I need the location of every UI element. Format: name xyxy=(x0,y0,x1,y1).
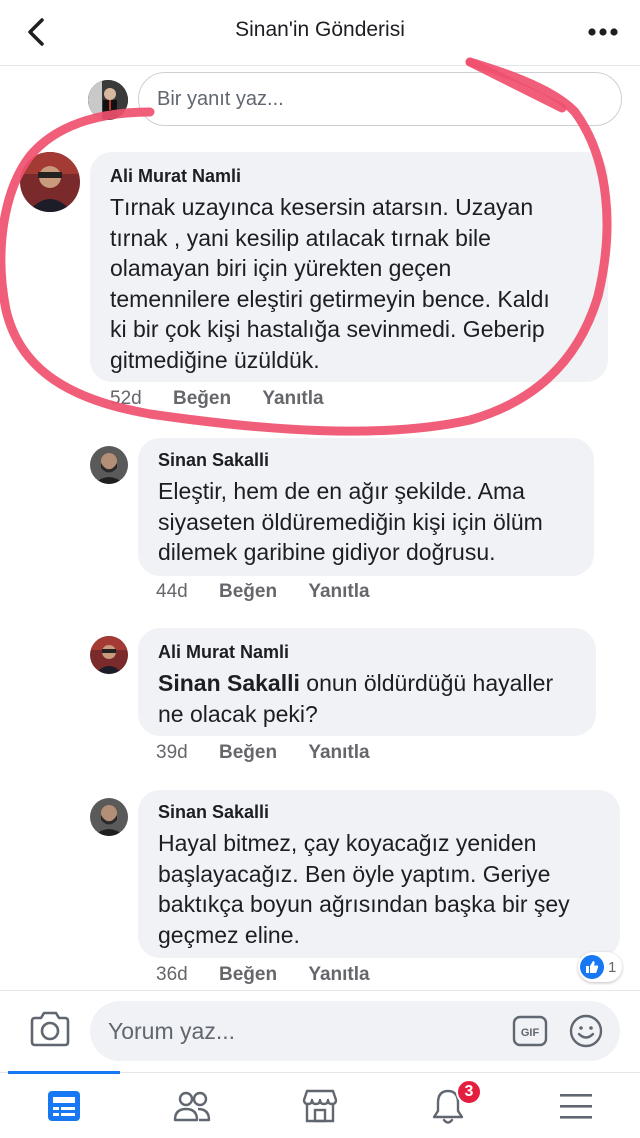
notification-badge: 3 xyxy=(456,1079,482,1105)
emoji-icon[interactable] xyxy=(568,1013,604,1049)
like-button[interactable]: Beğen xyxy=(173,388,231,409)
comment-input-placeholder: Yorum yaz... xyxy=(108,1018,235,1044)
reply-button[interactable]: Yanıtla xyxy=(308,742,369,763)
reply-input[interactable]: Bir yanıt yaz... xyxy=(138,72,622,126)
comment-bubble: Ali Murat Namli Sinan Sakalli onun öldür… xyxy=(138,628,596,736)
gif-icon[interactable]: GIF xyxy=(512,1015,548,1047)
comment-author[interactable]: Sinan Sakalli xyxy=(158,450,269,471)
mention-link[interactable]: Sinan Sakalli xyxy=(158,670,300,696)
comment-time: 36d xyxy=(156,964,188,985)
comment-author[interactable]: Ali Murat Namli xyxy=(110,166,241,187)
reaction-summary[interactable]: 1 xyxy=(578,952,623,982)
marketplace-icon xyxy=(302,1089,338,1123)
comment-meta: 52d Beğen Yanıtla xyxy=(110,388,350,410)
tab-notifications[interactable]: 3 xyxy=(384,1073,512,1138)
comment-input[interactable]: Yorum yaz... GIF xyxy=(90,1001,620,1061)
comment-time: 52d xyxy=(110,388,142,409)
comment-composer: Yorum yaz... GIF xyxy=(0,990,640,1072)
svg-text:GIF: GIF xyxy=(521,1027,540,1039)
avatar[interactable] xyxy=(90,446,128,484)
tab-marketplace[interactable] xyxy=(256,1073,384,1138)
tab-menu[interactable] xyxy=(512,1073,640,1138)
reply-button[interactable]: Yanıtla xyxy=(262,388,323,409)
reply-button[interactable]: Yanıtla xyxy=(308,964,369,985)
comment-text: Hayal bitmez, çay koyacağız yeniden başl… xyxy=(158,830,570,948)
menu-icon xyxy=(560,1094,592,1119)
comment-bubble: Sinan Sakalli Hayal bitmez, çay koyacağı… xyxy=(138,790,620,958)
comment-author[interactable]: Ali Murat Namli xyxy=(158,642,289,663)
friends-icon xyxy=(173,1091,211,1122)
comment-text: Eleştir, hem de en ağır şekilde. Ama siy… xyxy=(158,478,543,565)
like-button[interactable]: Beğen xyxy=(219,742,277,763)
bottom-tab-bar: 3 xyxy=(0,1071,640,1138)
like-reaction-icon xyxy=(580,955,604,979)
comment-author[interactable]: Sinan Sakalli xyxy=(158,802,269,823)
comment-meta: 36d Beğen Yanıtla xyxy=(156,964,396,986)
reply-button[interactable]: Yanıtla xyxy=(308,581,369,602)
comment-meta: 44d Beğen Yanıtla xyxy=(156,581,396,603)
like-button[interactable]: Beğen xyxy=(219,964,277,985)
comment-time: 39d xyxy=(156,742,188,763)
news-feed-icon xyxy=(48,1091,80,1121)
reaction-count: 1 xyxy=(608,958,617,976)
top-bar: Sinan'in Gönderisi xyxy=(0,0,640,66)
comment-text: Tırnak uzayınca kesersin atarsın. Uzayan… xyxy=(110,194,550,373)
comment-bubble: Ali Murat Namli Tırnak uzayınca kesersin… xyxy=(90,152,608,382)
comment-bubble: Sinan Sakalli Eleştir, hem de en ağır şe… xyxy=(138,438,594,576)
comment-time: 44d xyxy=(156,581,188,602)
camera-icon[interactable] xyxy=(28,1009,72,1049)
tab-news-feed[interactable] xyxy=(0,1071,128,1138)
current-user-avatar xyxy=(88,80,128,120)
comment-meta: 39d Beğen Yanıtla xyxy=(156,742,396,764)
comment-text: Sinan Sakalli onun öldürdüğü hayaller ne… xyxy=(158,670,554,727)
avatar[interactable] xyxy=(20,152,80,212)
page-title: Sinan'in Gönderisi xyxy=(235,18,405,41)
avatar[interactable] xyxy=(90,798,128,836)
tab-friends[interactable] xyxy=(128,1073,256,1138)
avatar[interactable] xyxy=(90,636,128,674)
like-button[interactable]: Beğen xyxy=(219,581,277,602)
more-options-icon[interactable] xyxy=(586,22,620,42)
